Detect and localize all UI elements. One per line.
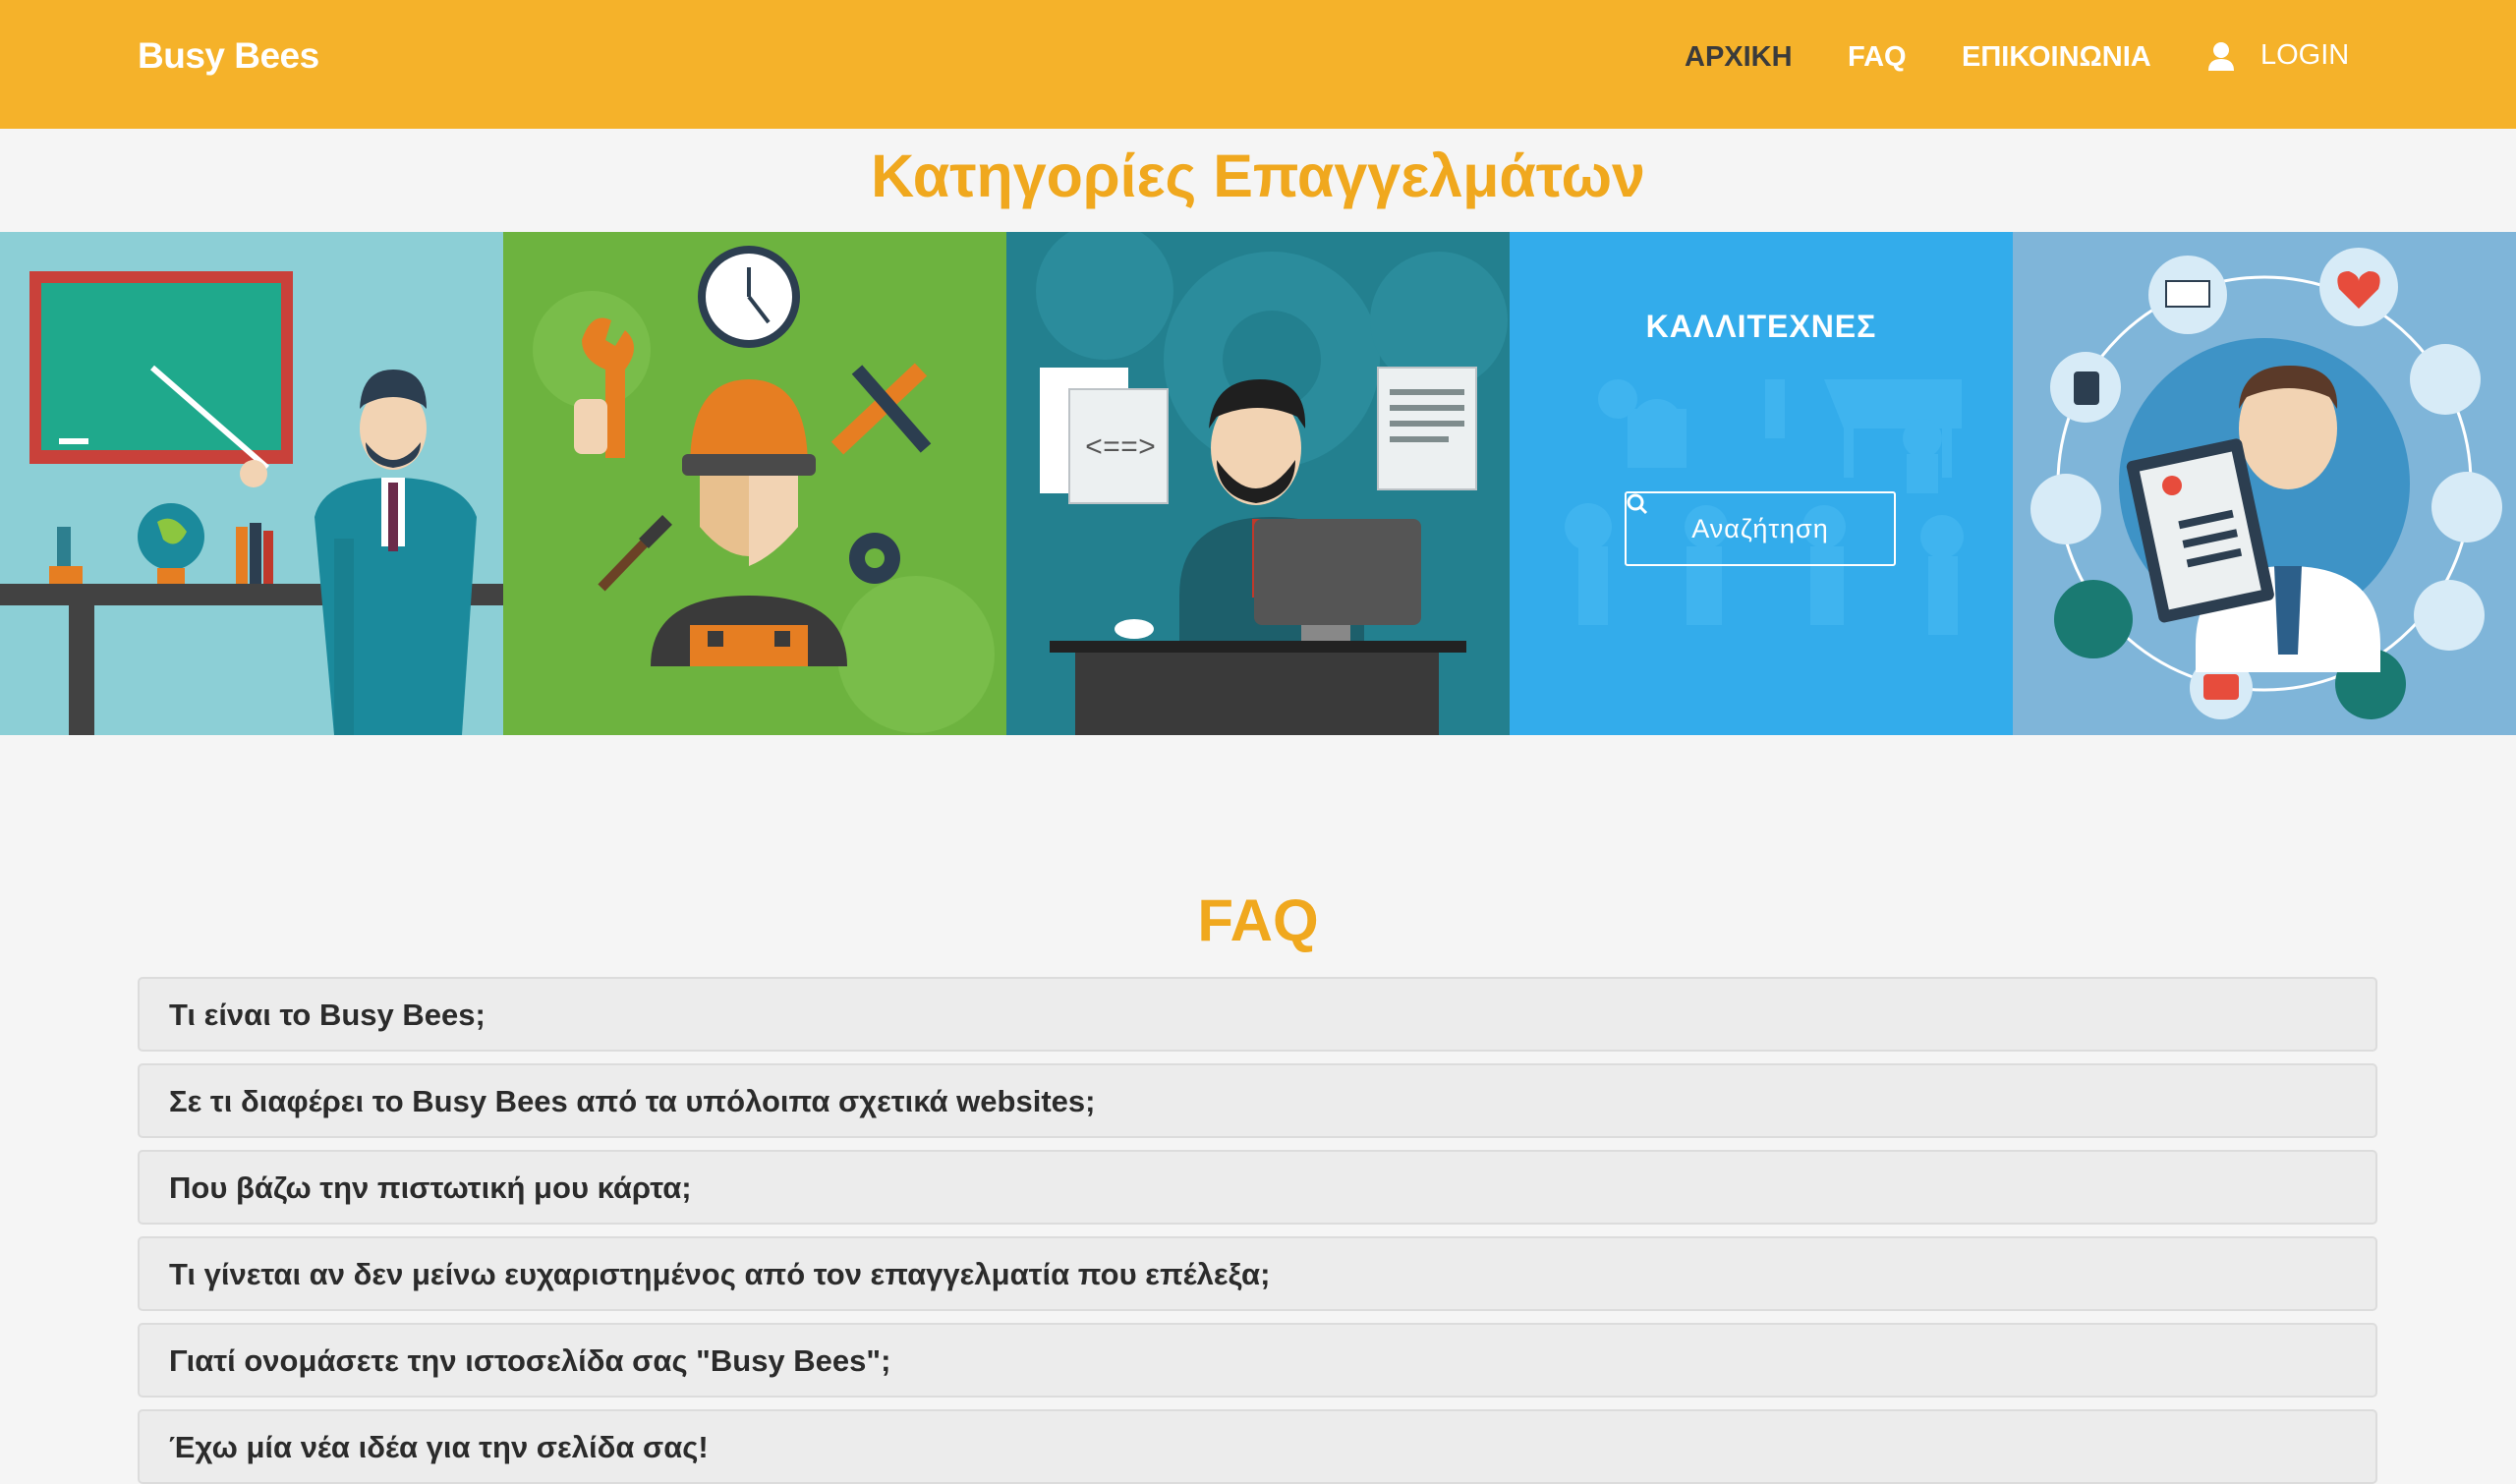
faq-item[interactable]: Σε τι διαφέρει το Busy Bees από τα υπόλο… xyxy=(138,1063,2377,1138)
faq-question: Σε τι διαφέρει το Busy Bees από τα υπόλο… xyxy=(169,1084,1096,1118)
faq-item[interactable]: Τι είναι το Busy Bees; xyxy=(138,977,2377,1052)
faq-question: Που βάζω την πιστωτική μου κάρτα; xyxy=(169,1170,692,1205)
faq-item[interactable]: Γιατί ονομάσετε την ιστοσελίδα σας "Busy… xyxy=(138,1323,2377,1398)
category-tile-developers[interactable]: <==> xyxy=(1006,232,1510,735)
user-icon xyxy=(2208,41,2234,71)
nav-faq[interactable]: FAQ xyxy=(1848,41,1907,74)
category-tile-teachers[interactable] xyxy=(0,232,503,735)
faq-question: Τι γίνεται αν δεν μείνω ευχαριστημένος α… xyxy=(169,1257,1271,1291)
faq-item[interactable]: Τι γίνεται αν δεν μείνω ευχαριστημένος α… xyxy=(138,1236,2377,1311)
worker-illustration-icon xyxy=(503,232,1006,735)
search-button-label: Αναζήτηση xyxy=(1691,513,1829,543)
svg-text:<==>: <==> xyxy=(1085,432,1156,466)
faq-title: FAQ xyxy=(1197,887,1319,953)
category-tile-doctors[interactable] xyxy=(2013,232,2516,735)
teacher-illustration-icon xyxy=(0,232,503,735)
faq-question: Έχω μία νέα ιδέα για την σελίδα σας! xyxy=(169,1430,709,1464)
login-label: LOGIN xyxy=(2260,39,2350,71)
faq-item[interactable]: Που βάζω την πιστωτική μου κάρτα; xyxy=(138,1150,2377,1225)
doctor-illustration-icon xyxy=(2013,232,2516,735)
navbar: Busy Bees ΑΡΧΙΚΗ FAQ ΕΠΙΚΟΙΝΩΝΙΑ LOGIN xyxy=(0,0,2516,129)
category-tile-workers[interactable] xyxy=(503,232,1006,735)
brand-logo[interactable]: Busy Bees xyxy=(138,35,319,77)
nav-login[interactable]: LOGIN xyxy=(2207,39,2349,72)
developer-illustration-icon: <==> xyxy=(1006,232,1510,735)
faq-item[interactable]: Έχω μία νέα ιδέα για την σελίδα σας! xyxy=(138,1409,2377,1484)
artists-search-button[interactable]: Αναζήτηση xyxy=(1625,491,1896,566)
faq-question: Τι είναι το Busy Bees; xyxy=(169,998,486,1032)
categories-title: Κατηγορίες Επαγγελμάτων xyxy=(871,143,1645,209)
nav-contact[interactable]: ΕΠΙΚΟΙΝΩΝΙΑ xyxy=(1962,41,2151,74)
nav-home[interactable]: ΑΡΧΙΚΗ xyxy=(1685,41,1793,74)
category-tile-artists[interactable]: ΚΑΛΛΙΤΕΧΝΕΣ Αναζήτηση xyxy=(1510,232,2013,735)
artists-illustration-icon xyxy=(1510,232,2013,735)
artists-label: ΚΑΛΛΙΤΕΧΝΕΣ xyxy=(1645,309,1877,344)
search-icon xyxy=(1627,493,1648,515)
category-tiles: <==> ΚΑΛΛΙΤΕΧΝΕΣ Αναζήτηση xyxy=(0,232,2516,735)
faq-question: Γιατί ονομάσετε την ιστοσελίδα σας "Busy… xyxy=(169,1343,891,1378)
